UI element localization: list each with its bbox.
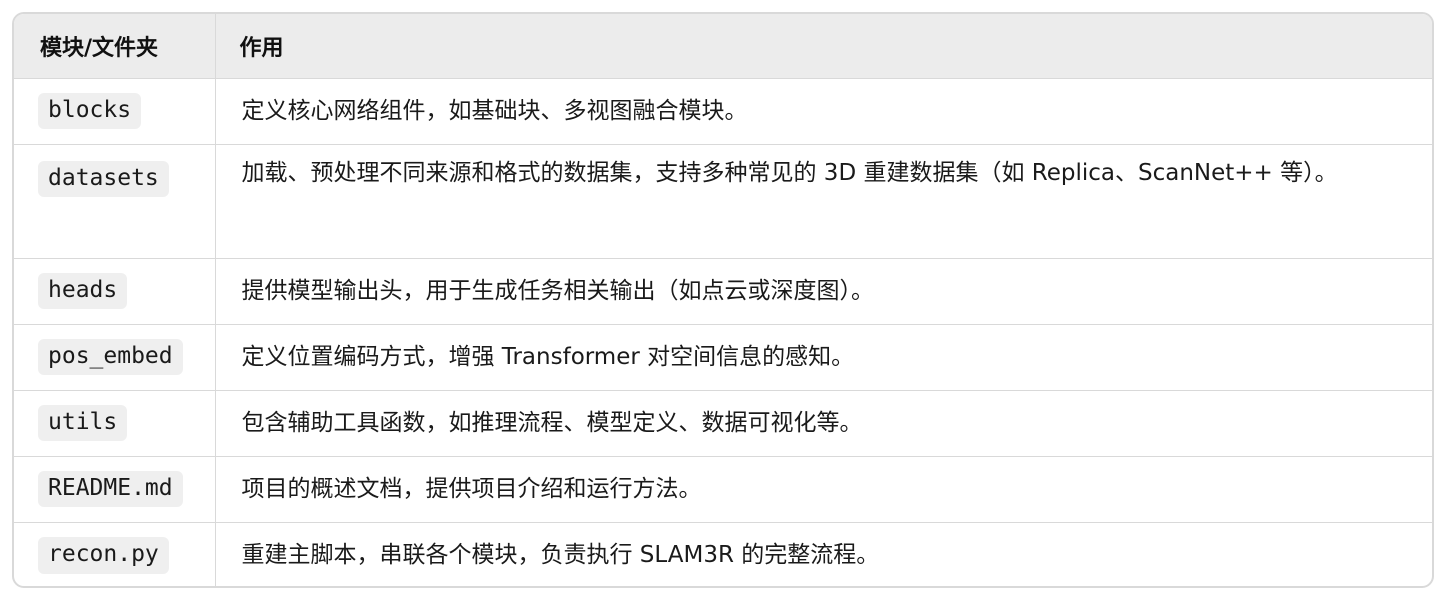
- table-row: blocks 定义核心网络组件，如基础块、多视图融合模块。: [14, 78, 1432, 145]
- module-name-cell: heads: [14, 258, 216, 325]
- module-name-code: recon.py: [38, 536, 169, 574]
- module-name-code: blocks: [38, 92, 142, 130]
- module-name-cell: recon.py: [14, 522, 216, 586]
- modules-table-grid: 模块/文件夹 作用 blocks 定义核心网络组件，如基础块、多视图融合模块。 …: [14, 14, 1432, 586]
- module-description: 定义位置编码方式，增强 Transformer 对空间信息的感知。: [215, 324, 1432, 391]
- module-description: 重建主脚本，串联各个模块，负责执行 SLAM3R 的完整流程。: [241, 542, 880, 569]
- module-name-cell: README.md: [14, 456, 216, 523]
- module-name-code: datasets: [38, 160, 169, 198]
- modules-table: 模块/文件夹 作用 blocks 定义核心网络组件，如基础块、多视图融合模块。 …: [12, 12, 1434, 588]
- module-description: 项目的概述文档，提供项目介绍和运行方法。: [215, 456, 1432, 523]
- module-name-cell: utils: [14, 390, 216, 457]
- module-name-code: README.md: [38, 470, 183, 508]
- table-row: utils 包含辅助工具函数，如推理流程、模型定义、数据可视化等。: [14, 390, 1432, 457]
- module-description: 包含辅助工具函数，如推理流程、模型定义、数据可视化等。: [215, 390, 1432, 457]
- module-name-cell: datasets: [14, 144, 216, 259]
- module-name-code: heads: [38, 272, 128, 310]
- module-description: 定义核心网络组件，如基础块、多视图融合模块。: [215, 78, 1432, 145]
- header-module: 模块/文件夹: [14, 14, 216, 79]
- module-name-code: utils: [38, 404, 128, 442]
- table-row: heads 提供模型输出头，用于生成任务相关输出（如点云或深度图）。: [14, 258, 1432, 325]
- table-row: recon.py 重建主脚本，串联各个模块，负责执行 SLAM3R 的完整流程。: [14, 522, 1432, 586]
- module-description: 提供模型输出头，用于生成任务相关输出（如点云或深度图）。: [215, 258, 1432, 325]
- table-row: README.md 项目的概述文档，提供项目介绍和运行方法。: [14, 456, 1432, 523]
- header-purpose: 作用: [215, 14, 1432, 79]
- table-row: datasets 加载、预处理不同来源和格式的数据集，支持多种常见的 3D 重建…: [14, 144, 1432, 259]
- table-header-row: 模块/文件夹 作用: [14, 14, 1432, 79]
- module-name-cell: pos_embed: [14, 324, 216, 391]
- module-name-code: pos_embed: [38, 338, 183, 376]
- table-row: pos_embed 定义位置编码方式，增强 Transformer 对空间信息的…: [14, 324, 1432, 391]
- module-name-cell: blocks: [14, 78, 216, 145]
- module-description: 加载、预处理不同来源和格式的数据集，支持多种常见的 3D 重建数据集（如 Rep…: [215, 144, 1432, 259]
